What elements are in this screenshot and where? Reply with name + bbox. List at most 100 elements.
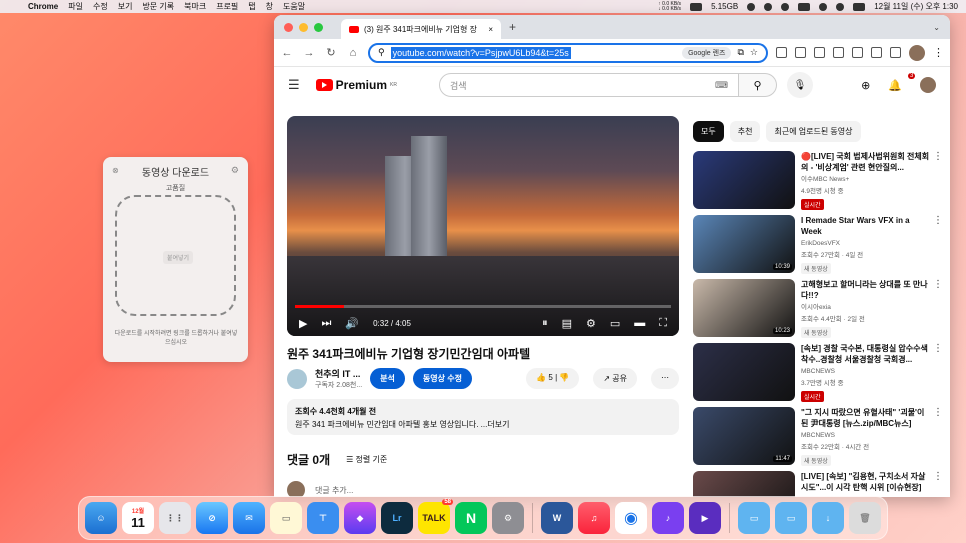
progress-bar[interactable] (295, 305, 671, 308)
trash-icon[interactable]: 🗑 (849, 502, 881, 534)
lightroom-icon[interactable]: Lr (381, 502, 413, 534)
more-options-icon[interactable]: ⋮ (933, 343, 943, 354)
tab-search-icon[interactable]: ⌄ (933, 23, 940, 32)
recommendation-title[interactable]: [LIVE] [속보] "김용현, 구치소서 자살 시도"...이 시각 탄핵 … (801, 471, 943, 493)
autoplay-toggle-icon[interactable]: ⏸ (542, 317, 548, 330)
naver-icon[interactable]: N (455, 502, 487, 534)
create-icon[interactable]: ⊕ (861, 79, 870, 92)
music-player-icon[interactable]: ♪ (652, 502, 684, 534)
account-avatar[interactable] (920, 77, 936, 93)
status-icon[interactable] (798, 2, 811, 11)
menu-tab[interactable]: 탭 (248, 1, 255, 12)
notifications-icon[interactable]: 🔔 3 (888, 72, 916, 92)
install-icon[interactable]: ⧉ (737, 47, 743, 58)
extension-icon[interactable] (776, 47, 787, 58)
maximize-window-button[interactable] (314, 22, 323, 32)
share-button[interactable]: ↗ 공유 (593, 368, 637, 389)
extension-icon[interactable] (852, 47, 863, 58)
more-options-icon[interactable]: ⋮ (933, 279, 943, 290)
profile-avatar[interactable] (909, 44, 925, 61)
video-thumbnail[interactable] (693, 151, 795, 209)
recommendation-title[interactable]: "그 지시 따랐으면 유혈사태" '괴물'이 된 尹대통령 [뉴스.zip/MB… (801, 407, 943, 429)
menu-help[interactable]: 도움말 (283, 1, 305, 12)
system-settings-icon[interactable]: ⚙ (492, 502, 524, 534)
theater-mode-icon[interactable]: ▬ (634, 317, 645, 329)
mail-icon[interactable]: ✉ (233, 502, 265, 534)
channel-name[interactable]: 천추의 IT ... (315, 367, 362, 380)
extensions-puzzle-icon[interactable] (871, 47, 882, 58)
settings-gear-icon[interactable]: ⚙ (586, 317, 596, 330)
minimize-window-button[interactable] (299, 22, 308, 32)
more-options-icon[interactable]: ⋮ (933, 471, 943, 482)
recommendation-title[interactable]: 🔴[LIVE] 국회 법제사법위원회 전체회의 - '비상계엄' 관련 현안질의… (801, 151, 943, 173)
search-input[interactable]: 검색 ⌨ (438, 73, 739, 97)
google-lens-button[interactable]: Google 렌즈 (682, 46, 732, 59)
recommendation-title[interactable]: I Remade Star Wars VFX in a Week (801, 215, 943, 237)
video-player[interactable]: ▶ ⏭ 🔊 0:32 / 4:05 ⏸ ▤ ⚙ ▭ ▬ ⛶ (287, 116, 679, 336)
memory-icon[interactable] (690, 2, 703, 11)
recommendation-channel[interactable]: MBCNEWS (801, 367, 943, 377)
downloads-folder-icon[interactable]: ↓ (812, 502, 844, 534)
search-icon[interactable] (836, 2, 845, 11)
more-actions-button[interactable]: ⋯ (651, 368, 679, 389)
recommendation-channel[interactable]: MBCNEWS (801, 431, 943, 441)
menu-file[interactable]: 파일 (68, 1, 83, 12)
recommendation-channel[interactable]: ErikDoesVFX (801, 239, 943, 249)
menubar-clock[interactable]: 12월 11일 (수) 오후 1:30 (874, 1, 958, 12)
chrome-menu-icon[interactable]: ⋮ (933, 46, 944, 59)
memory-usage[interactable]: 5.15GB (711, 2, 738, 11)
recommendation-title[interactable]: 고해형보고 할머니라는 상대를 또 만나다!!? (801, 279, 943, 301)
control-center-icon[interactable] (853, 2, 866, 11)
play-icon[interactable]: ▶ (299, 317, 307, 330)
finder-icon[interactable]: ☺ (85, 502, 117, 534)
drop-zone[interactable]: 붙여넣기 (115, 195, 236, 316)
description-box[interactable]: 조회수 4.4천회 4개월 전 원주 341 파크에비뉴 민간임대 아파텔 홍보… (287, 399, 679, 435)
volume-icon[interactable]: 🔊 (345, 317, 359, 330)
extension-icon[interactable] (795, 47, 806, 58)
menu-hamburger-icon[interactable]: ☰ (288, 77, 300, 93)
youtube-logo[interactable]: Premium KR (315, 78, 397, 92)
menu-edit[interactable]: 수정 (93, 1, 108, 12)
more-options-icon[interactable]: ⋮ (933, 151, 943, 162)
new-tab-button[interactable]: + (509, 20, 516, 34)
menu-window[interactable]: 창 (266, 1, 273, 12)
chrome-icon[interactable]: ◉ (615, 502, 647, 534)
address-bar[interactable]: ⚲ youtube.com/watch?v=PsjpwU6Lb94&t=25s … (368, 42, 768, 63)
edit-video-button[interactable]: 동영상 수정 (412, 368, 472, 389)
recommendation-title[interactable]: [속보] 경찰 국수본, 대통령실 압수수색 착수..경찰청 서울경찰청 국회경… (801, 343, 943, 365)
chip-all[interactable]: 모두 (693, 121, 724, 142)
more-options-icon[interactable]: ⋮ (933, 215, 943, 226)
wifi-icon[interactable] (819, 2, 828, 11)
folder-icon[interactable]: ▭ (738, 502, 770, 534)
recommendation-item[interactable]: 10:23 고해형보고 할머니라는 상대를 또 만나다!!? 이시아exia 조회수 … (693, 279, 943, 338)
video-thumbnail[interactable] (693, 471, 795, 497)
fullscreen-icon[interactable]: ⛶ (659, 317, 667, 330)
word-icon[interactable]: W (541, 502, 573, 534)
safari-icon[interactable]: ⊘ (196, 502, 228, 534)
extension-icon[interactable] (814, 47, 825, 58)
keynote-icon[interactable]: ⊤ (307, 502, 339, 534)
quality-selector[interactable]: 고품질 (103, 183, 248, 193)
video-player-icon[interactable]: ▶ (689, 502, 721, 534)
close-tab-icon[interactable]: × (488, 25, 493, 34)
shortcuts-icon[interactable]: ◆ (344, 502, 376, 534)
status-icon[interactable] (781, 2, 790, 11)
video-thumbnail[interactable] (693, 343, 795, 401)
extension-icon[interactable] (833, 47, 844, 58)
menu-view[interactable]: 보기 (118, 1, 133, 12)
video-thumbnail[interactable]: 10:39 (693, 215, 795, 273)
home-icon[interactable]: ⌂ (346, 47, 360, 59)
search-button[interactable]: ⚲ (738, 73, 777, 97)
recommendation-channel[interactable]: 이시아exia (801, 303, 943, 313)
bookmark-star-icon[interactable]: ☆ (750, 47, 758, 58)
launchpad-icon[interactable]: ⋮⋮ (159, 502, 191, 534)
like-button[interactable]: 👍 5 | 👎 (526, 368, 580, 389)
url-text[interactable]: youtube.com/watch?v=PsjpwU6Lb94&t=25s (390, 46, 571, 59)
menu-history[interactable]: 방문 기록 (142, 1, 174, 12)
close-window-button[interactable] (284, 22, 293, 32)
recommendation-channel[interactable]: 이수MBC News+ (801, 175, 943, 185)
forward-icon[interactable]: → (302, 47, 316, 59)
recommendation-item[interactable]: 🔴[LIVE] 국회 법제사법위원회 전체회의 - '비상계엄' 관련 현안질의… (693, 151, 943, 210)
menu-app-name[interactable]: Chrome (28, 2, 58, 11)
recommendation-item[interactable]: [LIVE] [속보] "김용현, 구치소서 자살 시도"...이 시각 탄핵 … (693, 471, 943, 497)
